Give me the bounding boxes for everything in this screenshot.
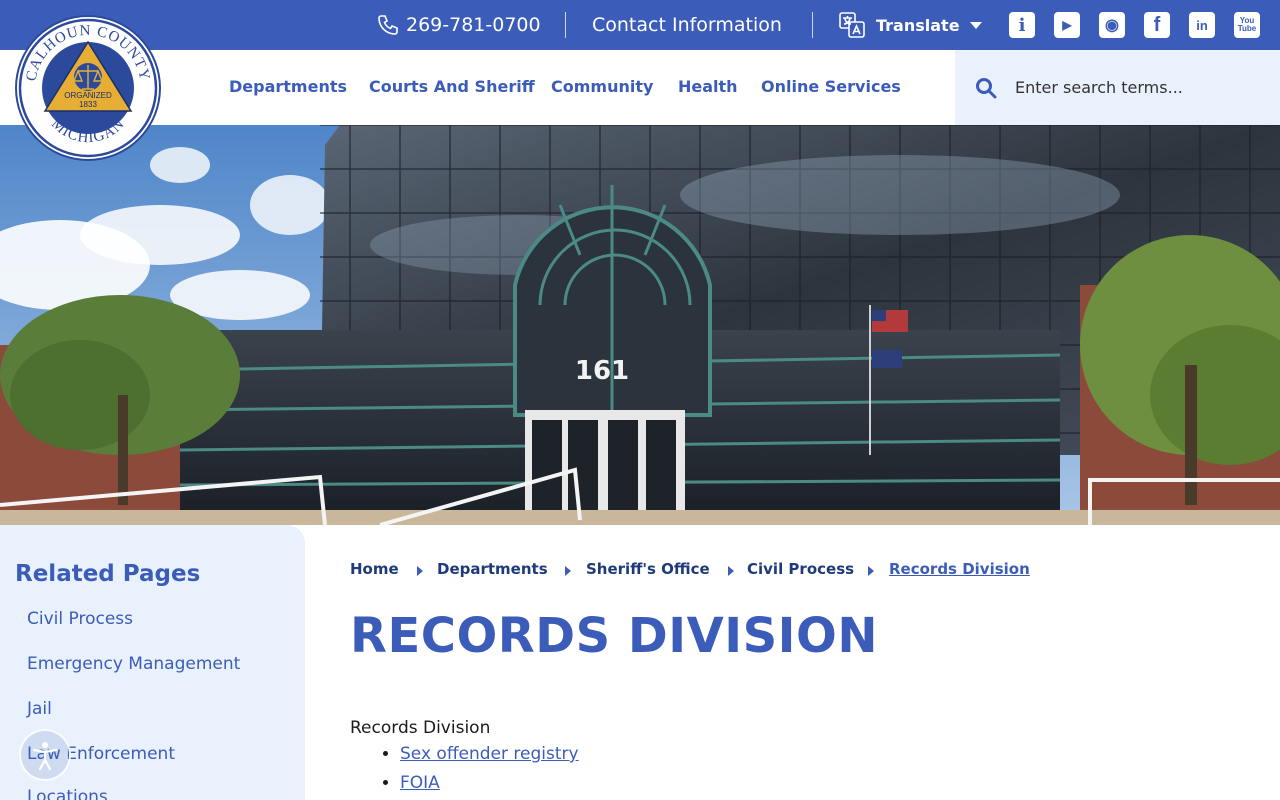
phone-icon xyxy=(378,15,398,35)
list-item: Sex offender registry xyxy=(400,743,579,772)
nav-courts-and-sheriff[interactable]: Courts And Sheriff xyxy=(369,77,535,96)
list-item: FOIA xyxy=(400,772,579,800)
search-box xyxy=(955,50,1280,125)
breadcrumb-departments[interactable]: Departments xyxy=(437,560,548,578)
nav-health[interactable]: Health xyxy=(678,77,738,96)
translate-dropdown[interactable]: Translate xyxy=(838,10,982,40)
hero-building-number: 161 xyxy=(575,356,629,386)
accessibility-icon xyxy=(32,742,58,771)
topbar-divider xyxy=(565,12,566,38)
accessibility-button[interactable] xyxy=(19,729,71,781)
page-title: RECORDS DIVISION xyxy=(350,608,878,664)
sex-offender-registry-link[interactable]: Sex offender registry xyxy=(400,744,579,764)
hero-image: 161 xyxy=(0,125,1280,525)
sidebar-item-emergency-management[interactable]: Emergency Management xyxy=(27,654,240,674)
related-pages-heading: Related Pages xyxy=(15,561,201,587)
sidebar-item-jail[interactable]: Jail xyxy=(27,699,52,719)
chevron-right-icon xyxy=(565,566,571,576)
contact-information-link[interactable]: Contact Information xyxy=(592,12,782,38)
topbar-divider xyxy=(812,12,813,38)
nav-departments[interactable]: Departments xyxy=(229,77,347,96)
breadcrumb-home[interactable]: Home xyxy=(350,560,399,578)
youtube-play-icon[interactable]: ▶ xyxy=(1054,12,1080,38)
chevron-right-icon xyxy=(417,566,423,576)
sidebar-item-civil-process[interactable]: Civil Process xyxy=(27,609,133,629)
nav-online-services[interactable]: Online Services xyxy=(761,77,901,96)
translate-label: Translate xyxy=(876,15,960,35)
sidebar-item-locations[interactable]: Locations xyxy=(27,787,108,800)
translate-icon xyxy=(839,12,865,38)
utility-bar: 269-781-0700 Contact Information Transla… xyxy=(0,0,1280,50)
breadcrumb-sheriffs-office[interactable]: Sheriff's Office xyxy=(586,560,710,578)
breadcrumb-civil-process[interactable]: Civil Process xyxy=(747,560,854,578)
podcast-icon[interactable]: ◉ xyxy=(1099,12,1125,38)
chevron-down-icon xyxy=(969,21,982,29)
search-icon[interactable] xyxy=(975,77,997,99)
phone-link[interactable]: 269-781-0700 xyxy=(376,12,541,38)
phone-number: 269-781-0700 xyxy=(406,14,541,36)
county-seal-logo[interactable]: ORGANIZED 1833 CALHOUN COUNTY MICHIGAN xyxy=(15,15,161,161)
facebook-icon[interactable]: f xyxy=(1144,12,1170,38)
youtube-icon[interactable]: You Tube xyxy=(1234,12,1260,38)
chevron-right-icon xyxy=(868,566,874,576)
foia-link[interactable]: FOIA xyxy=(400,773,440,793)
logo-organized-text: ORGANIZED xyxy=(64,91,112,100)
body-label: Records Division xyxy=(350,718,491,738)
logo-year-text: 1833 xyxy=(79,100,97,109)
chevron-right-icon xyxy=(728,566,734,576)
nav-community[interactable]: Community xyxy=(551,77,653,96)
breadcrumb-records-division[interactable]: Records Division xyxy=(889,560,1030,578)
search-input[interactable] xyxy=(1015,72,1265,102)
linkedin-icon[interactable]: in xyxy=(1189,12,1215,38)
resource-links-list: Sex offender registry FOIA xyxy=(382,743,579,800)
info-icon[interactable]: i xyxy=(1009,12,1035,38)
